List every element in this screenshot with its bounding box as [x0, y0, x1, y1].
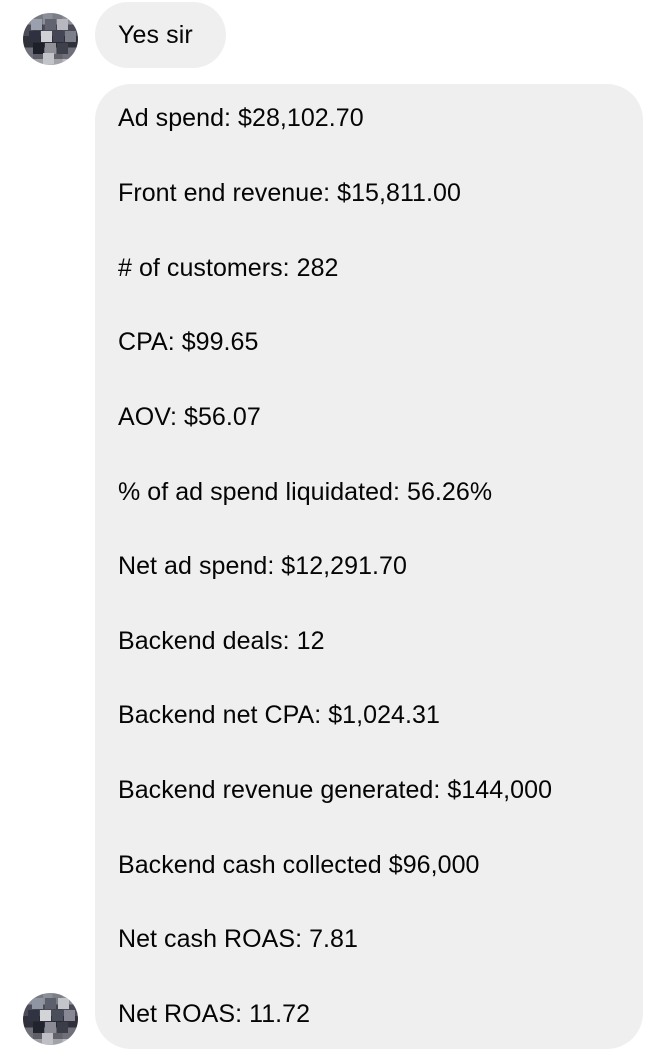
stat-line: Net ROAS: 11.72: [118, 1000, 311, 1028]
avatar-pixel: [57, 1022, 68, 1033]
sender-avatar[interactable]: [23, 993, 78, 1045]
stat-line: CPA: $99.65: [118, 328, 259, 356]
avatar-pixel: [33, 1022, 44, 1033]
avatar-pixel: [57, 19, 68, 30]
avatar-pixel: [45, 998, 56, 1009]
message-bubble-stats[interactable]: Ad spend: $28,102.70 Front end revenue: …: [95, 84, 643, 1049]
avatar-pixel: [28, 1010, 39, 1021]
stat-line: Backend revenue generated: $144,000: [118, 776, 553, 804]
message-text: Yes sir: [118, 21, 193, 49]
avatar-pixel: [41, 31, 52, 42]
avatar-pixel: [58, 998, 69, 1009]
message-bubble-reply[interactable]: Yes sir: [95, 2, 226, 68]
avatar-pixel: [65, 31, 76, 42]
stat-line: Backend deals: 12: [118, 627, 325, 655]
avatar-pixel: [29, 31, 40, 42]
avatar-pixel: [43, 53, 54, 64]
avatar-pixel: [45, 1022, 56, 1033]
stat-line: Ad spend: $28,102.70: [118, 104, 364, 132]
avatar-pixel: [31, 19, 42, 30]
avatar-pixel: [40, 1010, 51, 1021]
avatar-pixel: [57, 43, 68, 54]
stat-line: Net cash ROAS: 7.81: [118, 925, 358, 953]
stat-line: Front end revenue: $15,811.00: [118, 179, 461, 207]
sender-avatar[interactable]: [23, 13, 78, 65]
stat-line: Backend net CPA: $1,024.31: [118, 701, 440, 729]
avatar-pixel: [52, 1010, 63, 1021]
stat-line: Net ad spend: $12,291.70: [118, 552, 407, 580]
avatar-pixel: [64, 1010, 75, 1021]
stat-line: Backend cash collected $96,000: [118, 851, 480, 879]
avatar-pixel: [45, 19, 56, 30]
stat-line: % of ad spend liquidated: 56.26%: [118, 478, 493, 506]
avatar-pixel: [42, 1033, 53, 1044]
avatar-pixel: [32, 998, 43, 1009]
stat-line: # of customers: 282: [118, 254, 339, 282]
stat-line: AOV: $56.07: [118, 403, 261, 431]
avatar-pixel: [53, 31, 64, 42]
